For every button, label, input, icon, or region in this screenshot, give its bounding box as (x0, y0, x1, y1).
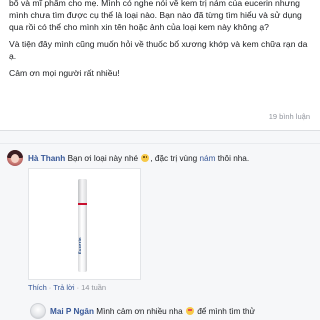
comment-author-link[interactable]: Hà Thanh (28, 154, 65, 163)
comment-text-part: thôi nha. (217, 154, 250, 163)
reply-text-part: để mình tìm thử (197, 307, 256, 316)
action-bar (0, 131, 320, 143)
post-footer: 19 bình luận (0, 112, 320, 124)
post-paragraph-2: Và tiện đây mình cũng muốn hỏi về thuốc … (9, 39, 308, 61)
comment-text-part: Bạn ơi loại này nhé (67, 154, 139, 163)
reply-text-part: Mình cảm ơn nhiều nha (96, 307, 183, 316)
comment-timestamp[interactable]: 14 tuần (81, 283, 106, 292)
comment-text-part: , đặc trị vùng (150, 154, 198, 163)
grin-emoji-icon (141, 154, 150, 162)
comment-actions: Thích · Trả lời · 14 tuần (28, 283, 107, 292)
tube-cap (78, 179, 87, 203)
product-label: Eucerin (77, 237, 82, 255)
hashtag-link[interactable]: nám (200, 154, 216, 163)
reply-author-link[interactable]: Mai P Ngân (50, 307, 94, 316)
reply-button[interactable]: Trả lời (53, 283, 74, 292)
heart-eyes-emoji-icon (185, 307, 194, 315)
avatar[interactable] (7, 150, 23, 166)
comment-photo[interactable]: Eucerin (28, 168, 141, 280)
like-button[interactable]: Thích (28, 283, 47, 292)
post-paragraph-1: bổ và mĩ phẩm cho mẹ. Mình có nghe nói v… (9, 0, 302, 32)
comment-count-link[interactable]: 19 bình luận (269, 112, 310, 121)
reply-text: Mai P Ngân Mình cảm ơn nhiều nha để mình… (50, 306, 255, 317)
avatar[interactable] (30, 303, 46, 319)
comment-text: Hà Thanh Bạn ơi loại này nhé , đặc trị v… (28, 153, 249, 164)
tube-band (78, 203, 87, 205)
post-body: bổ và mĩ phẩm cho mẹ. Mình có nghe nói v… (9, 0, 311, 84)
post-paragraph-3: Cảm ơn mọi người rất nhiều! (9, 68, 120, 78)
